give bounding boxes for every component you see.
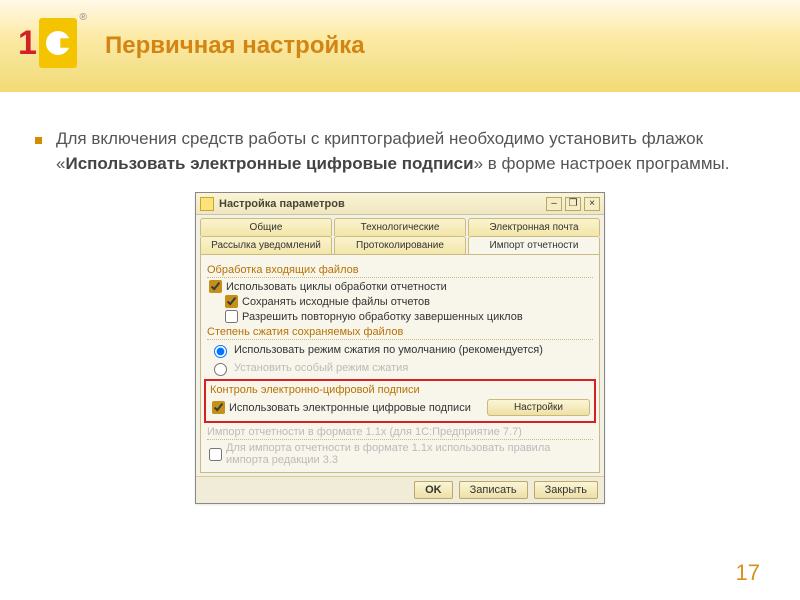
logo: 1 ®: [18, 8, 88, 78]
chk-import11x-input[interactable]: [209, 448, 222, 461]
chk-allow-repeat[interactable]: Разрешить повторную обработку завершенны…: [225, 310, 593, 323]
close-button[interactable]: Закрыть: [534, 481, 598, 499]
chk-import11x[interactable]: Для импорта отчетности в формате 1.1х ис…: [209, 442, 593, 466]
tab-technological[interactable]: Технологические: [334, 218, 466, 236]
radio-custom-compression[interactable]: Установить особый режим сжатия: [209, 360, 593, 376]
chk-allow-repeat-input[interactable]: [225, 310, 238, 323]
window-close-button[interactable]: ×: [584, 197, 600, 211]
tab-import-reporting[interactable]: Импорт отчетности: [468, 236, 600, 254]
highlight-box: Контроль электронно-цифровой подписи Исп…: [204, 379, 596, 423]
chk-use-signatures-label: Использовать электронные цифровые подпис…: [229, 402, 471, 414]
window-title: Настройка параметров: [219, 198, 546, 210]
radio-custom-compression-label: Установить особый режим сжатия: [234, 362, 408, 374]
group-incoming-title: Обработка входящих файлов: [207, 264, 593, 278]
group-import11x-title: Импорт отчетности в формате 1.1х (для 1С…: [207, 426, 593, 440]
bullet-icon: [35, 137, 42, 144]
tab-logging[interactable]: Протоколирование: [334, 236, 466, 254]
chk-use-cycles[interactable]: Использовать циклы обработки отчетности: [209, 280, 593, 293]
chk-use-signatures-input[interactable]: [212, 401, 225, 414]
radio-default-compression-label: Использовать режим сжатия по умолчанию (…: [234, 344, 543, 356]
page-number: 17: [736, 560, 760, 586]
radio-custom-compression-input[interactable]: [214, 363, 227, 376]
page-title: Первичная настройка: [105, 32, 365, 60]
save-button[interactable]: Записать: [459, 481, 528, 499]
group-compression-title: Степень сжатия сохраняемых файлов: [207, 326, 593, 340]
chk-use-cycles-input[interactable]: [209, 280, 222, 293]
maximize-button[interactable]: ❐: [565, 197, 581, 211]
tab-general[interactable]: Общие: [200, 218, 332, 236]
chk-allow-repeat-label: Разрешить повторную обработку завершенны…: [242, 311, 523, 323]
group-signature-title: Контроль электронно-цифровой подписи: [210, 384, 590, 397]
button-bar: OK Записать Закрыть: [196, 476, 604, 503]
radio-default-compression[interactable]: Использовать режим сжатия по умолчанию (…: [209, 342, 593, 358]
chk-save-source-input[interactable]: [225, 295, 238, 308]
minimize-button[interactable]: –: [546, 197, 562, 211]
tab-email[interactable]: Электронная почта: [468, 218, 600, 236]
settings-window: Настройка параметров – ❐ × Общие Техноло…: [195, 192, 605, 504]
chk-save-source-label: Сохранять исходные файлы отчетов: [242, 296, 430, 308]
chk-import11x-label: Для импорта отчетности в формате 1.1х ис…: [226, 442, 593, 466]
chk-save-source[interactable]: Сохранять исходные файлы отчетов: [225, 295, 593, 308]
ok-button[interactable]: OK: [414, 481, 453, 499]
tab-notifications[interactable]: Рассылка уведомлений: [200, 236, 332, 254]
app-icon: [200, 197, 214, 211]
chk-use-cycles-label: Использовать циклы обработки отчетности: [226, 281, 447, 293]
titlebar: Настройка параметров – ❐ ×: [196, 193, 604, 215]
bullet-text: Для включения средств работы с криптогра…: [56, 127, 765, 176]
tab-panel: Обработка входящих файлов Использовать ц…: [200, 254, 600, 473]
radio-default-compression-input[interactable]: [214, 345, 227, 358]
signature-settings-button[interactable]: Настройки: [487, 399, 590, 416]
